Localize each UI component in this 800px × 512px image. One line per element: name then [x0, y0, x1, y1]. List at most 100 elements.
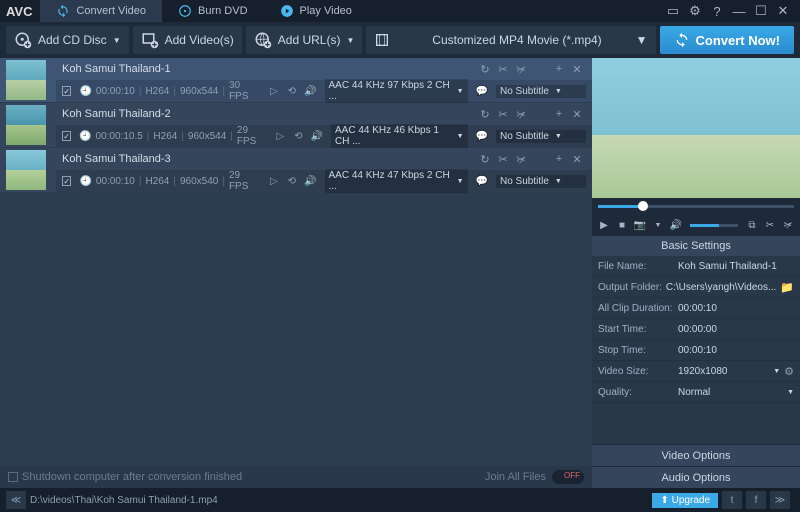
close-icon[interactable]: ✕	[774, 2, 792, 20]
upgrade-button[interactable]: ⬆ Upgrade	[652, 493, 718, 508]
tab-label: Convert Video	[76, 5, 146, 17]
output-folder-field[interactable]: C:\Users\yangh\Videos...📁	[666, 281, 794, 294]
add-cd-disc-button[interactable]: Add CD Disc▼	[6, 26, 129, 54]
player-controls: ▶ ■ 📷 ▼ 🔊 ⧉ ✂ ✂̷	[592, 214, 800, 236]
next-icon[interactable]: ≫	[770, 491, 790, 509]
item-title: Koh Samui Thailand-2	[62, 108, 476, 120]
globe-plus-icon	[254, 31, 272, 49]
nav-icon[interactable]: ⟲	[294, 131, 302, 142]
minimize-icon[interactable]: —	[730, 2, 748, 20]
clock-icon: 🕘	[79, 86, 91, 97]
tab-convert-video[interactable]: Convert Video	[40, 0, 162, 22]
tab-label: Play Video	[300, 5, 352, 17]
item-checkbox[interactable]: ✓	[62, 176, 71, 186]
cut-icon[interactable]: ✂	[762, 217, 778, 233]
help-icon[interactable]: ?	[708, 2, 726, 20]
nav-icon[interactable]: ⟲	[288, 86, 296, 97]
status-bar: ≪ D:\videos\Thai\Koh Samui Thailand-1.mp…	[0, 488, 800, 512]
stop-time-field[interactable]: 00:00:10	[678, 345, 794, 356]
crop-icon[interactable]: ✂̷	[512, 105, 530, 123]
item-title: Koh Samui Thailand-3	[62, 153, 476, 165]
speaker-icon: 🔊	[311, 131, 323, 142]
video-thumbnail	[6, 60, 46, 100]
list-item[interactable]: Koh Samui Thailand-2 ↻ ✂ ✂̷ + ✕ ✓ 🕘 00:0…	[0, 103, 592, 147]
volume-slider[interactable]	[690, 224, 738, 227]
tab-play-video[interactable]: Play Video	[264, 0, 368, 22]
quality-select[interactable]: Normal▼	[678, 387, 794, 398]
item-checkbox[interactable]: ✓	[62, 131, 71, 141]
add-videos-button[interactable]: Add Video(s)	[133, 26, 242, 54]
menu-icon[interactable]: ▭	[664, 2, 682, 20]
list-item[interactable]: Koh Samui Thailand-1 ↻ ✂ ✂̷ + ✕ ✓ 🕘 00:0…	[0, 58, 592, 102]
volume-icon[interactable]: 🔊	[668, 217, 684, 233]
refresh-icon[interactable]: ↻	[476, 105, 494, 123]
dropdown-icon[interactable]: ▼	[650, 217, 666, 233]
disc-icon	[178, 4, 192, 18]
main-toolbar: Add CD Disc▼ Add Video(s) Add URL(s)▼ Cu…	[0, 22, 800, 58]
stop-icon[interactable]: ■	[614, 217, 630, 233]
snapshot-icon[interactable]: 📷	[632, 217, 648, 233]
crop-icon[interactable]: ✂̷	[512, 150, 530, 168]
speaker-icon: 🔊	[304, 176, 316, 187]
clock-icon: 🕘	[79, 131, 91, 142]
cut-icon[interactable]: ✂	[494, 60, 512, 78]
plus-icon[interactable]: +	[550, 150, 568, 168]
video-options-button[interactable]: Video Options	[592, 444, 800, 466]
film-plus-icon	[141, 31, 159, 49]
refresh-icon[interactable]: ↻	[476, 60, 494, 78]
speaker-icon: 🔊	[304, 86, 316, 97]
cut-icon[interactable]: ✂	[494, 105, 512, 123]
disc-plus-icon	[14, 31, 32, 49]
subtitle-select[interactable]: No Subtitle▼	[496, 85, 586, 98]
loop-icon[interactable]: ⧉	[744, 217, 760, 233]
facebook-icon[interactable]: f	[746, 491, 766, 509]
nav-icon[interactable]: ⟲	[288, 176, 296, 187]
audio-options-button[interactable]: Audio Options	[592, 466, 800, 488]
title-bar: AVC Convert Video Burn DVD Play Video ▭ …	[0, 0, 800, 22]
subtitle-icon: 💬	[476, 131, 488, 142]
crop-icon[interactable]: ✂̷	[512, 60, 530, 78]
subtitle-icon: 💬	[476, 86, 488, 97]
play-icon[interactable]: ▶	[596, 217, 612, 233]
video-thumbnail	[6, 105, 46, 145]
video-thumbnail	[6, 150, 46, 190]
item-title: Koh Samui Thailand-1	[62, 63, 476, 75]
refresh-icon[interactable]: ↻	[476, 150, 494, 168]
subtitle-select[interactable]: No Subtitle▼	[496, 130, 586, 143]
list-item[interactable]: Koh Samui Thailand-3 ↻ ✂ ✂̷ + ✕ ✓ 🕘 00:0…	[0, 148, 592, 192]
audio-track-select[interactable]: AAC 44 KHz 47 Kbps 2 CH ...▼	[325, 169, 468, 193]
side-panel: ▶ ■ 📷 ▼ 🔊 ⧉ ✂ ✂̷ Basic Settings File Nam…	[592, 58, 800, 488]
cut-icon[interactable]: ✂	[494, 150, 512, 168]
start-time-field[interactable]: 00:00:00	[678, 324, 794, 335]
filename-field[interactable]: Koh Samui Thailand-1	[678, 261, 794, 272]
tab-burn-dvd[interactable]: Burn DVD	[162, 0, 264, 22]
preview-pane	[592, 58, 800, 198]
crop-icon[interactable]: ✂̷	[780, 217, 796, 233]
plus-icon[interactable]: +	[550, 60, 568, 78]
maximize-icon[interactable]: ☐	[752, 2, 770, 20]
twitter-icon[interactable]: t	[722, 491, 742, 509]
play-circle-icon	[280, 4, 294, 18]
prev-icon[interactable]: ≪	[6, 491, 26, 509]
remove-icon[interactable]: ✕	[568, 60, 586, 78]
convert-now-button[interactable]: Convert Now!	[660, 26, 795, 54]
output-profile-select[interactable]: Customized MP4 Movie (*.mp4) ▼	[366, 26, 655, 54]
gear-icon[interactable]: ⚙	[784, 365, 794, 378]
item-checkbox[interactable]: ✓	[62, 86, 71, 96]
audio-track-select[interactable]: AAC 44 KHz 46 Kbps 1 CH ...▼	[331, 124, 468, 148]
join-files-toggle[interactable]	[552, 470, 584, 484]
subtitle-select[interactable]: No Subtitle▼	[496, 175, 586, 188]
add-urls-button[interactable]: Add URL(s)▼	[246, 26, 363, 54]
video-size-select[interactable]: 1920x1080▼⚙	[678, 365, 794, 378]
audio-track-select[interactable]: AAC 44 KHz 97 Kbps 2 CH ...▼	[325, 79, 468, 103]
remove-icon[interactable]: ✕	[568, 105, 586, 123]
film-icon	[374, 32, 390, 48]
remove-icon[interactable]: ✕	[568, 150, 586, 168]
join-files-label: Join All Files	[485, 471, 546, 483]
folder-icon[interactable]: 📁	[780, 281, 794, 294]
chevron-down-icon: ▼	[346, 36, 354, 45]
plus-icon[interactable]: +	[550, 105, 568, 123]
gear-icon[interactable]: ⚙	[686, 2, 704, 20]
shutdown-checkbox[interactable]	[8, 472, 18, 482]
seek-bar[interactable]	[592, 198, 800, 214]
